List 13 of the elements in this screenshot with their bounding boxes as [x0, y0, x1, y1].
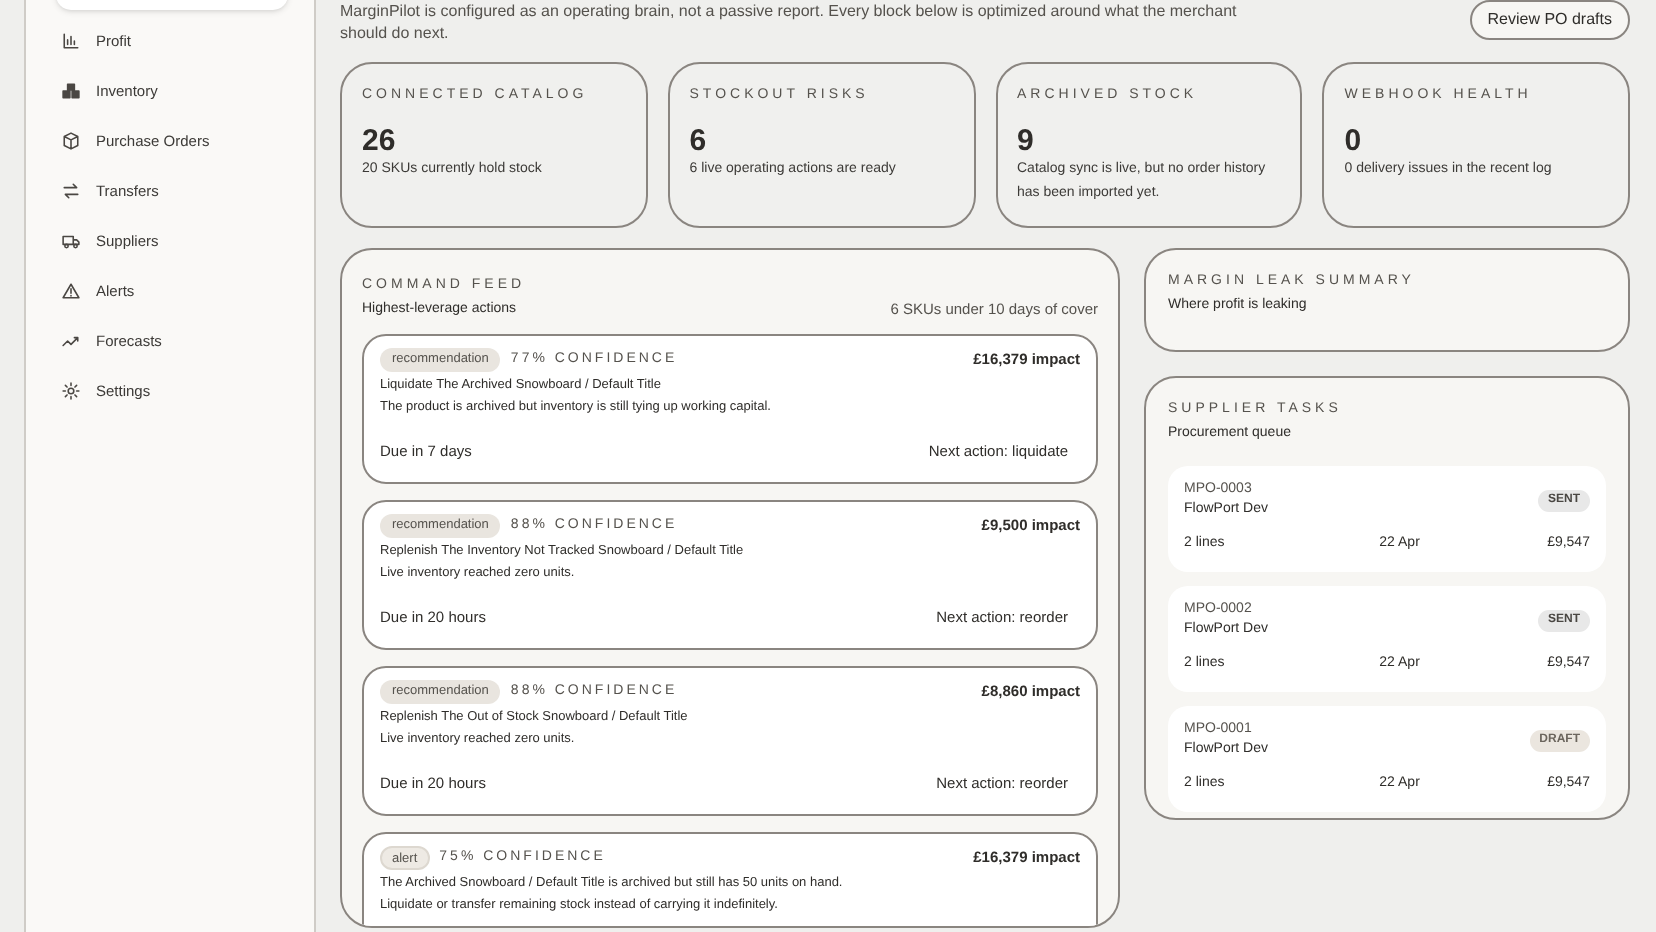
stat-value: 9	[1017, 125, 1034, 157]
package-icon	[62, 132, 80, 150]
review-po-drafts-button[interactable]: Review PO drafts	[1469, 0, 1630, 40]
chart-icon	[62, 32, 80, 50]
arrows-icon	[62, 182, 80, 200]
boxes-icon	[62, 82, 80, 100]
trend-icon	[62, 332, 80, 350]
truck-icon	[62, 232, 80, 250]
intro-text: MarginPilot is configured as an operating brain, not a passive report. Every block below is optimized around what the merchant should do next.	[340, 0, 1239, 44]
warning-icon	[62, 282, 80, 300]
stat-value: 0	[1344, 125, 1362, 157]
stat-value: 26	[362, 125, 396, 157]
stat-value: 6	[689, 125, 707, 157]
